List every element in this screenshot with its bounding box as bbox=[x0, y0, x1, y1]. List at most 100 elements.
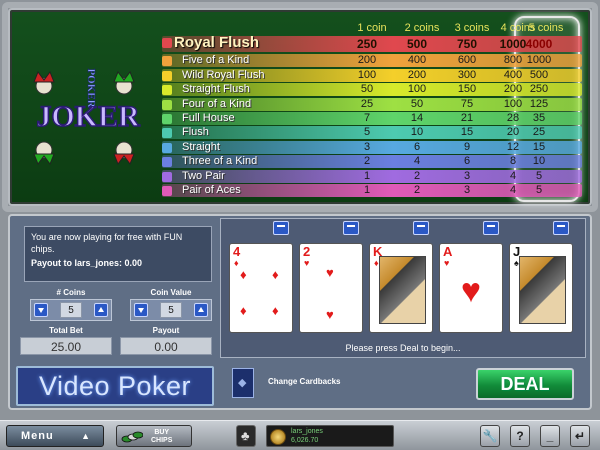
payout-cell: 50 bbox=[410, 97, 424, 110]
payout-cell: 35 bbox=[532, 112, 546, 124]
hand-color-swatch bbox=[162, 38, 172, 48]
playing-card-2[interactable]: 2 ♥ ♥ ♥ bbox=[299, 243, 363, 333]
payout-cell: 600 bbox=[457, 54, 477, 67]
bottom-bar: Menu ▲ BUYCHIPS lars_jones 6,026.70 🔧 ? … bbox=[0, 420, 600, 450]
payout-cell: 1 bbox=[363, 169, 371, 182]
coin-value-value: 5 bbox=[160, 302, 182, 318]
hand-color-swatch bbox=[162, 56, 172, 67]
menu-button[interactable]: Menu ▲ bbox=[6, 425, 104, 447]
playing-card-5[interactable]: J ♠ bbox=[509, 243, 573, 333]
chevron-up-icon: ▲ bbox=[81, 431, 91, 441]
payout-cell: 3 bbox=[463, 184, 471, 196]
hold-button-2[interactable] bbox=[343, 221, 359, 235]
coins-value: 5 bbox=[60, 302, 82, 318]
help-icon[interactable]: ? bbox=[510, 425, 530, 447]
hand-color-swatch bbox=[162, 99, 172, 110]
deal-button[interactable]: DEAL bbox=[476, 368, 574, 400]
hand-color-swatch bbox=[162, 128, 172, 139]
payout-cell: 7 bbox=[363, 112, 371, 124]
face-card-art bbox=[379, 256, 426, 324]
payout-cell: 10 bbox=[532, 155, 546, 168]
card-pip-icon: ♦ bbox=[272, 303, 279, 318]
card-rank: A bbox=[443, 244, 453, 259]
coins-decrease-button[interactable] bbox=[34, 303, 48, 317]
wrench-icon[interactable]: 🔧 bbox=[480, 425, 500, 447]
change-cardbacks-button[interactable] bbox=[232, 368, 254, 398]
face-card-art bbox=[519, 256, 566, 324]
coins-increase-button[interactable] bbox=[94, 303, 108, 317]
coins-stepper-group: # Coins 5 bbox=[30, 288, 112, 324]
card-suit-icon: ♦ bbox=[374, 258, 379, 268]
payout-cell: 200 bbox=[357, 54, 377, 67]
total-bet-label: Total Bet bbox=[49, 326, 83, 335]
joker-poker-logo: JOKER POKER bbox=[33, 68, 141, 166]
payout-cell: 3 bbox=[363, 140, 371, 153]
playing-card-1[interactable]: 4 ♦ ♦ ♦ ♦ ♦ bbox=[229, 243, 293, 333]
hand-name: Straight Flush bbox=[182, 83, 250, 96]
card-pip-icon: ♥ bbox=[326, 265, 334, 280]
payout-cell: 100 bbox=[407, 83, 427, 96]
coin-value-label: Coin Value bbox=[150, 288, 192, 297]
card-pip-icon: ♦ bbox=[240, 267, 247, 282]
coin-value-stepper-group: Coin Value 5 bbox=[130, 288, 212, 324]
minimize-icon[interactable]: _ bbox=[540, 425, 560, 447]
message-free-play: You are now playing for free with FUN ch… bbox=[31, 232, 183, 254]
payout-cell: 6 bbox=[413, 140, 421, 153]
payout-cell: 14 bbox=[410, 112, 424, 124]
message-box: You are now playing for free with FUN ch… bbox=[24, 226, 212, 282]
total-bet-group: Total Bet 25.00 bbox=[20, 326, 112, 355]
menu-label: Menu bbox=[21, 430, 54, 442]
hold-button-4[interactable] bbox=[483, 221, 499, 235]
payout-cell: 2 bbox=[363, 155, 371, 168]
payout-value: 0.00 bbox=[120, 337, 212, 355]
playing-card-3[interactable]: K ♦ bbox=[369, 243, 433, 333]
payout-cell: 100 bbox=[357, 68, 377, 81]
payout-cell: 5 bbox=[363, 126, 371, 139]
hold-button-3[interactable] bbox=[413, 221, 429, 235]
coin-header-2: 2 coins bbox=[404, 22, 440, 34]
paytable-row: Four of a Kind 25 50 75 100 125 bbox=[162, 97, 582, 111]
payout-cell: 250 bbox=[356, 37, 378, 51]
video-poker-title: Video Poker bbox=[16, 366, 214, 406]
card-pip-icon: ♦ bbox=[272, 267, 279, 282]
paytable-row: Three of a Kind 2 4 6 8 10 bbox=[162, 155, 582, 169]
total-bet-value: 25.00 bbox=[20, 337, 112, 355]
player-credits: 6,026.70 bbox=[291, 437, 319, 444]
payout-cell: 4 bbox=[413, 155, 421, 168]
hold-button-1[interactable] bbox=[273, 221, 289, 235]
payout-cell: 21 bbox=[460, 112, 474, 124]
payout-label: Payout bbox=[152, 326, 180, 335]
hand-name: Pair of Aces bbox=[182, 184, 241, 196]
paytable-row: Straight Flush 50 100 150 200 250 bbox=[162, 83, 582, 97]
coin-header-1: 1 coin bbox=[357, 22, 387, 34]
card-rank: 2 bbox=[303, 244, 311, 259]
casino-lobby-icon[interactable] bbox=[236, 425, 256, 447]
hand-color-swatch bbox=[162, 114, 172, 124]
hand-name: Five of a Kind bbox=[182, 54, 250, 67]
hand-color-swatch bbox=[162, 186, 172, 196]
coin-header-5: 5 coins bbox=[528, 22, 564, 34]
change-cardbacks-label[interactable]: Change Cardbacks bbox=[268, 377, 340, 386]
hand-name: Royal Flush bbox=[174, 34, 260, 51]
payout-cell: 125 bbox=[529, 97, 549, 110]
playing-card-4[interactable]: A ♥ ♥ bbox=[439, 243, 503, 333]
poker-logo-text: POKER bbox=[85, 68, 97, 108]
hold-button-5[interactable] bbox=[553, 221, 569, 235]
payout-cell: 25 bbox=[532, 126, 546, 139]
hand-name: Two Pair bbox=[182, 169, 225, 182]
coins-label: # Coins bbox=[56, 288, 86, 297]
coin-value-decrease-button[interactable] bbox=[134, 303, 148, 317]
card-suit-icon: ♥ bbox=[304, 258, 310, 268]
payout-cell: 150 bbox=[457, 83, 477, 96]
message-payout: Payout to lars_jones: 0.00 bbox=[31, 258, 143, 268]
card-area: 4 ♦ ♦ ♦ ♦ ♦ 2 ♥ ♥ ♥ K ♦ A ♥ ♥ J ♠ Please press Deal to b… bbox=[220, 218, 586, 358]
payout-cell: 500 bbox=[529, 68, 549, 81]
payout-cell: 750 bbox=[456, 37, 478, 51]
hand-name: Straight bbox=[182, 140, 220, 153]
buy-chips-button[interactable]: BUY CHIPS bbox=[116, 425, 192, 447]
coin-value-increase-button[interactable] bbox=[194, 303, 208, 317]
paytable-panel: JOKER POKER 1 coin 2 coins 3 coins 4 coi… bbox=[2, 2, 598, 212]
back-icon[interactable]: ↵ bbox=[570, 425, 590, 447]
payout-cell: 4000 bbox=[525, 37, 553, 51]
deal-prompt: Please press Deal to begin... bbox=[345, 343, 461, 353]
